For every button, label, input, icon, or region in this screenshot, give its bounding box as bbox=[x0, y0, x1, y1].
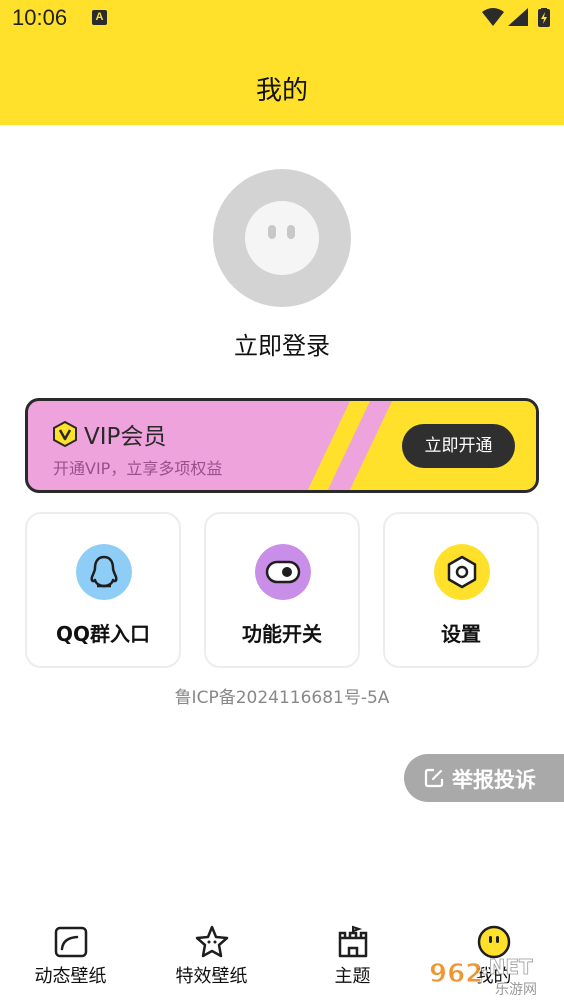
edit-note-icon bbox=[424, 768, 444, 788]
tab-label-live-wallpaper: 动态壁纸 bbox=[34, 966, 107, 987]
report-label: 举报投诉 bbox=[452, 768, 536, 792]
wifi-icon bbox=[482, 8, 504, 26]
tab-live-wallpaper[interactable]: 动态壁纸 bbox=[0, 910, 141, 1004]
vip-open-button[interactable]: 立即开通 bbox=[402, 424, 515, 468]
svg-text:乐游网: 乐游网 bbox=[495, 982, 537, 998]
hex-nut-settings-icon bbox=[434, 544, 490, 600]
status-time: 10:06 bbox=[12, 5, 68, 30]
tab-effect-wallpaper[interactable]: 特效壁纸 bbox=[141, 910, 282, 1004]
avatar-eye-right bbox=[287, 225, 295, 239]
tab-label-theme: 主题 bbox=[334, 966, 371, 987]
status-icons bbox=[482, 8, 550, 27]
tab-theme[interactable]: 主题 bbox=[282, 910, 423, 1004]
tile-label-settings: 设置 bbox=[441, 622, 481, 646]
svg-text:962: 962 bbox=[429, 959, 483, 989]
vip-badge-icon bbox=[53, 421, 77, 447]
qq-penguin-icon bbox=[76, 544, 132, 600]
svg-text:.NET: .NET bbox=[481, 955, 533, 979]
notification-icon: A bbox=[92, 10, 107, 25]
battery-icon bbox=[538, 8, 550, 27]
tile-qq-group[interactable]: QQ群入口 bbox=[25, 512, 181, 668]
icp-license-text: 鲁ICP备2024116681号-5A bbox=[174, 688, 390, 708]
tile-label-feature: 功能开关 bbox=[242, 622, 322, 646]
tile-settings[interactable]: 设置 bbox=[383, 512, 539, 668]
tile-label-qq: QQ群入口 bbox=[55, 622, 150, 646]
castle-icon bbox=[338, 925, 368, 958]
tile-feature-toggle[interactable]: 功能开关 bbox=[204, 512, 360, 668]
login-link[interactable]: 立即登录 bbox=[0, 326, 564, 361]
wallpaper-icon bbox=[54, 926, 88, 958]
avatar-eye-left bbox=[268, 225, 276, 239]
signal-icon bbox=[508, 8, 528, 26]
toggle-switch-icon bbox=[255, 544, 311, 600]
site-watermark-logo: 962 .NET 乐游网 bbox=[425, 952, 537, 998]
page-title: 我的 bbox=[255, 76, 308, 106]
avatar[interactable] bbox=[213, 169, 351, 307]
vip-banner[interactable]: VIP会员 开通VIP，立享多项权益 立即开通 bbox=[25, 398, 539, 493]
tab-label-effect-wallpaper: 特效壁纸 bbox=[175, 966, 248, 987]
report-button[interactable]: 举报投诉 bbox=[404, 754, 564, 802]
vip-subtitle: 开通VIP，立享多项权益 bbox=[53, 459, 223, 478]
vip-title: VIP会员 bbox=[84, 424, 167, 450]
app-header: 10:06 A 我的 bbox=[0, 0, 564, 125]
star-face-icon bbox=[195, 925, 229, 958]
avatar-face-icon bbox=[245, 201, 319, 275]
